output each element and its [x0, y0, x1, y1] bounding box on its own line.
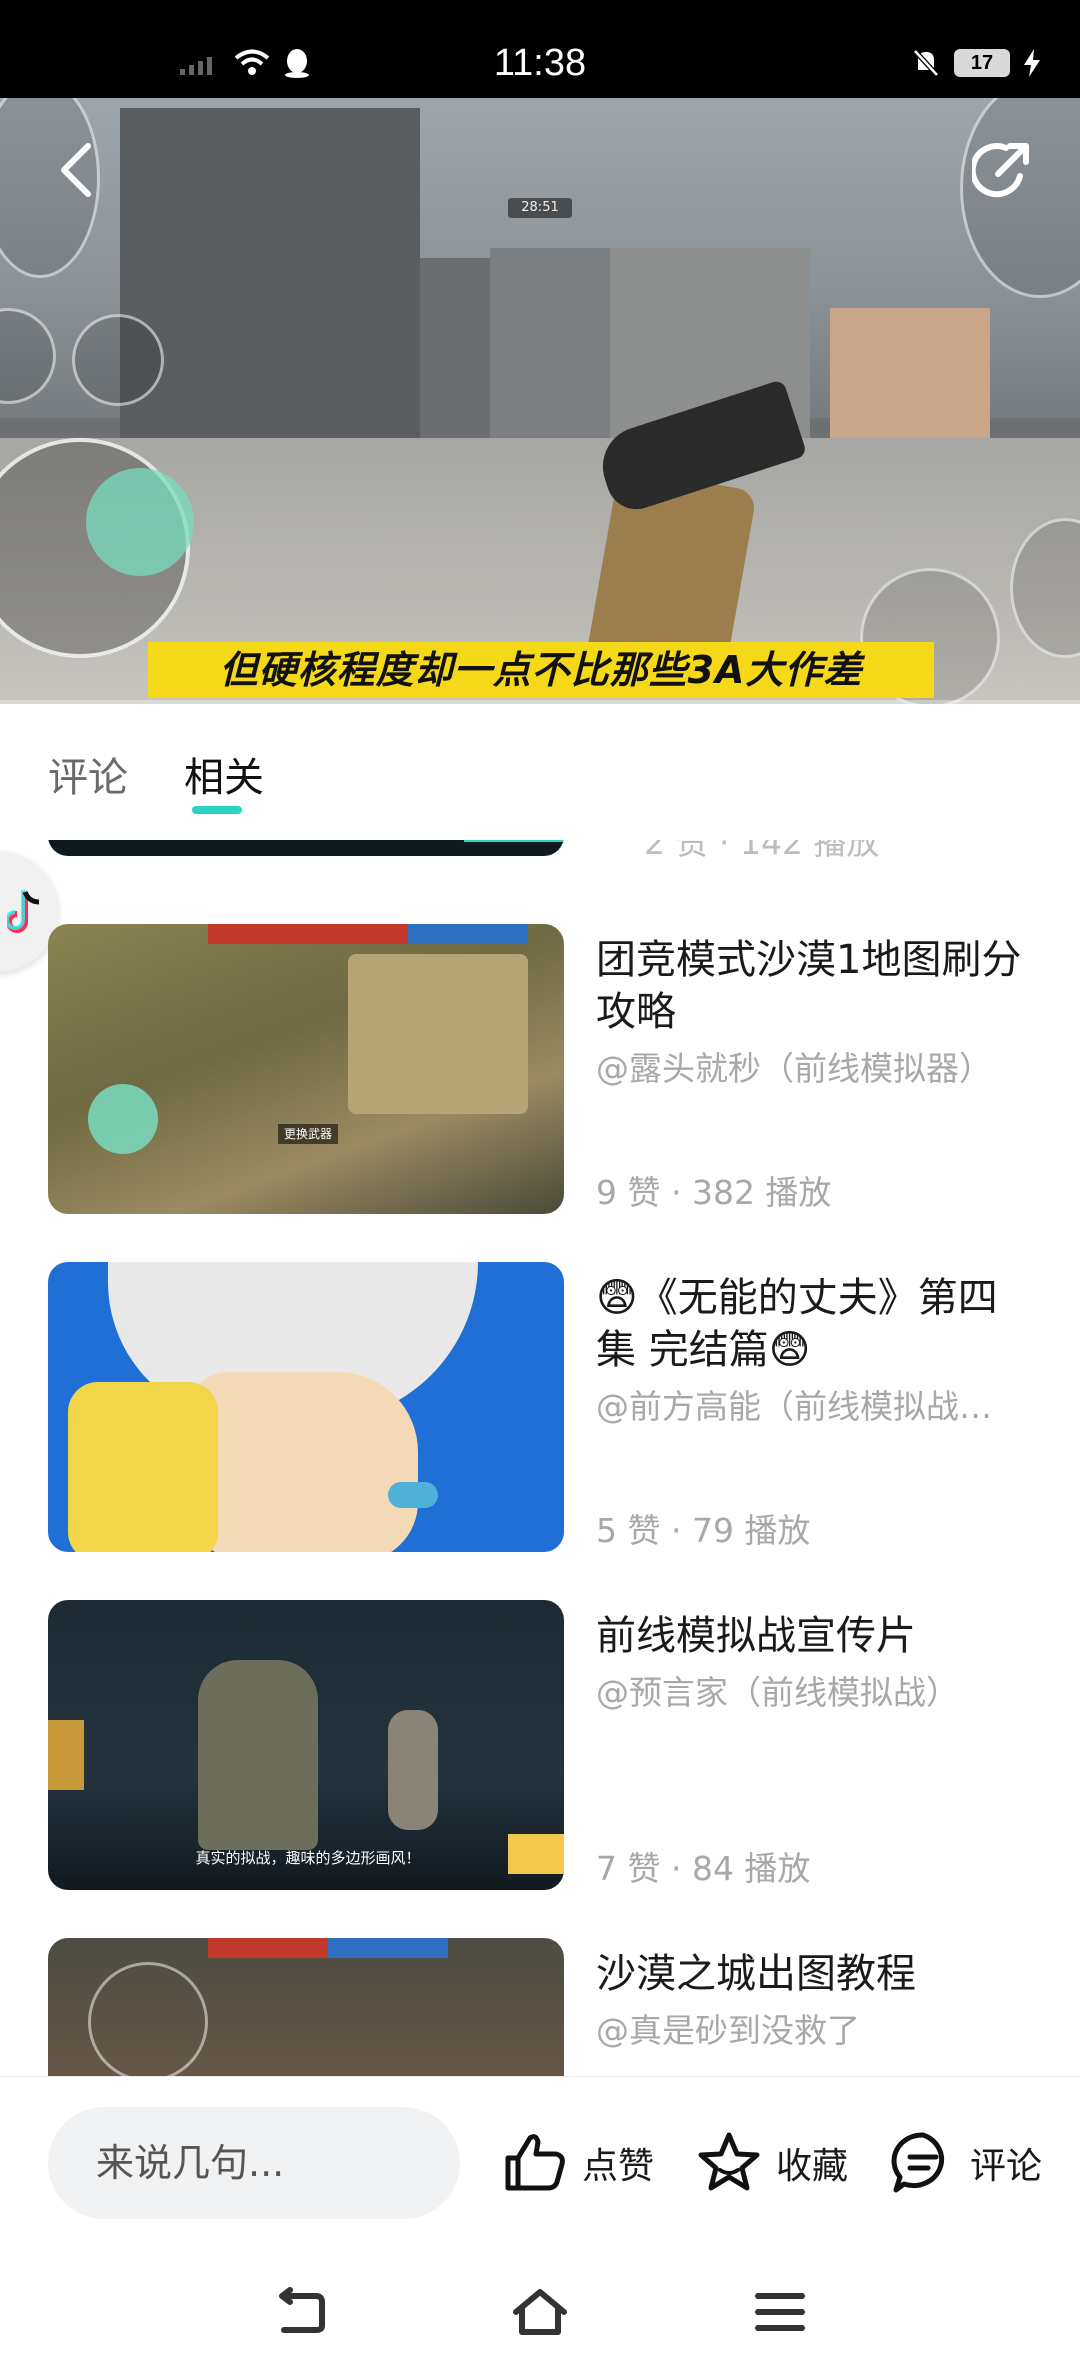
video-stats: 5 赞 · 79 播放 — [596, 1511, 811, 1550]
related-video-list[interactable]: 2 赞 · 142 播放 更换武器 团竞模式沙漠1地图刷分攻略 @露头就秒（前线… — [0, 840, 1080, 2076]
video-title[interactable]: 😨《无能的丈夫》第四集 完结篇😨 — [596, 1272, 1036, 1376]
like-button[interactable]: 点赞 — [502, 2107, 654, 2219]
thumbs-up-icon — [505, 2134, 565, 2191]
status-right: 17 — [912, 48, 1040, 78]
star-icon — [698, 2132, 760, 2191]
video-thumbnail[interactable]: 真实的拟战，趣味的多边形画风！ — [48, 1600, 564, 1890]
game-control-button — [72, 314, 164, 406]
mute-bell-icon — [913, 49, 939, 77]
video-subtitle: 但硬核程度却一点不比那些3A大作差 — [148, 642, 934, 698]
comment-input[interactable]: 来说几句... — [48, 2107, 460, 2219]
list-item[interactable]: 沙漠之城出图教程 @真是砂到没救了 — [48, 1938, 1048, 2076]
video-stats: 7 赞 · 84 播放 — [596, 1849, 811, 1888]
video-building — [830, 308, 990, 448]
video-title[interactable]: 前线模拟战宣传片 — [596, 1610, 1036, 1662]
video-player[interactable]: 28:51 但硬核程度却一点不比那些3A大作差 — [0, 98, 1080, 704]
thumb-scorebar — [208, 924, 408, 944]
list-item[interactable]: 真实的拟战，趣味的多边形画风！ 前线模拟战宣传片 @预言家（前线模拟战） 7 赞… — [48, 1600, 1048, 1890]
nav-menu-icon[interactable] — [750, 2286, 810, 2338]
video-progress-track[interactable] — [0, 700, 1080, 704]
nav-back-icon[interactable] — [272, 2286, 332, 2338]
video-timer: 28:51 — [508, 198, 572, 218]
video-author[interactable]: @前方高能（前线模拟战… — [596, 1380, 1036, 1428]
thumb-scorebar — [408, 924, 528, 944]
like-label: 点赞 — [582, 2146, 655, 2187]
tab-related-label: 相关 — [184, 755, 264, 801]
video-thumbnail[interactable] — [48, 1938, 564, 2076]
thumb-face — [188, 1372, 418, 1552]
back-icon[interactable] — [56, 140, 96, 200]
battery-indicator: 17 — [954, 49, 1010, 77]
tab-bar: 评论 相关 — [48, 748, 264, 814]
video-thumbnail[interactable] — [48, 1262, 564, 1552]
video-author[interactable]: @露头就秒（前线模拟器） — [596, 1042, 1036, 1090]
list-item[interactable]: 更换武器 团竞模式沙漠1地图刷分攻略 @露头就秒（前线模拟器） 9 赞 · 38… — [48, 924, 1048, 1214]
thumb-hair — [68, 1382, 218, 1552]
thumb-start-button — [508, 1834, 564, 1874]
video-building — [120, 108, 420, 438]
status-bar: 11:38 17 — [0, 0, 1080, 98]
tab-comments[interactable]: 评论 — [48, 748, 128, 808]
thumb-soldier — [198, 1660, 318, 1850]
video-thumbnail[interactable]: 更换武器 — [48, 924, 564, 1214]
comment-button[interactable]: 评论 — [890, 2107, 1042, 2219]
thumb-caption: 更换武器 — [278, 1124, 338, 1144]
game-joystick-knob — [86, 468, 194, 576]
action-bar: 来说几句... 点赞 收藏 评论 — [0, 2076, 1080, 2248]
video-stats: 2 赞 · 142 播放 — [644, 840, 880, 862]
tab-related[interactable]: 相关 — [184, 748, 264, 814]
thumb-side-button — [48, 1720, 84, 1790]
video-author[interactable]: @预言家（前线模拟战） — [596, 1666, 1036, 1714]
favorite-button[interactable]: 收藏 — [696, 2107, 848, 2219]
video-thumbnail[interactable] — [48, 840, 564, 856]
list-item[interactable]: 2 赞 · 142 播放 — [48, 840, 1048, 862]
video-building — [490, 248, 610, 438]
favorite-label: 收藏 — [776, 2146, 849, 2187]
comment-label: 评论 — [970, 2146, 1043, 2187]
thumb-scorebar — [328, 1938, 448, 1958]
charging-icon — [1024, 49, 1040, 77]
video-stats: 9 赞 · 382 播放 — [596, 1173, 832, 1212]
video-author[interactable]: @真是砂到没救了 — [596, 2004, 1036, 2052]
thumb-joystick — [88, 1084, 158, 1154]
share-icon[interactable] — [972, 140, 1034, 202]
thumb-soldier — [388, 1710, 438, 1830]
thumb-lips — [388, 1482, 438, 1508]
thumb-caption: 真实的拟战，趣味的多边形画风！ — [195, 1849, 421, 1867]
video-title[interactable]: 团竞模式沙漠1地图刷分攻略 — [596, 934, 1036, 1038]
thumb-wall — [348, 954, 528, 1114]
tab-active-indicator — [192, 806, 242, 814]
chat-bubble-icon — [891, 2132, 945, 2193]
video-title[interactable]: 沙漠之城出图教程 — [596, 1948, 1036, 2000]
list-item[interactable]: 😨《无能的丈夫》第四集 完结篇😨 @前方高能（前线模拟战… 5 赞 · 79 播… — [48, 1262, 1048, 1552]
thumb-accent — [464, 840, 564, 842]
nav-home-icon[interactable] — [510, 2286, 570, 2338]
thumb-control-ring — [88, 1962, 208, 2076]
system-nav-bar — [0, 2248, 1080, 2376]
